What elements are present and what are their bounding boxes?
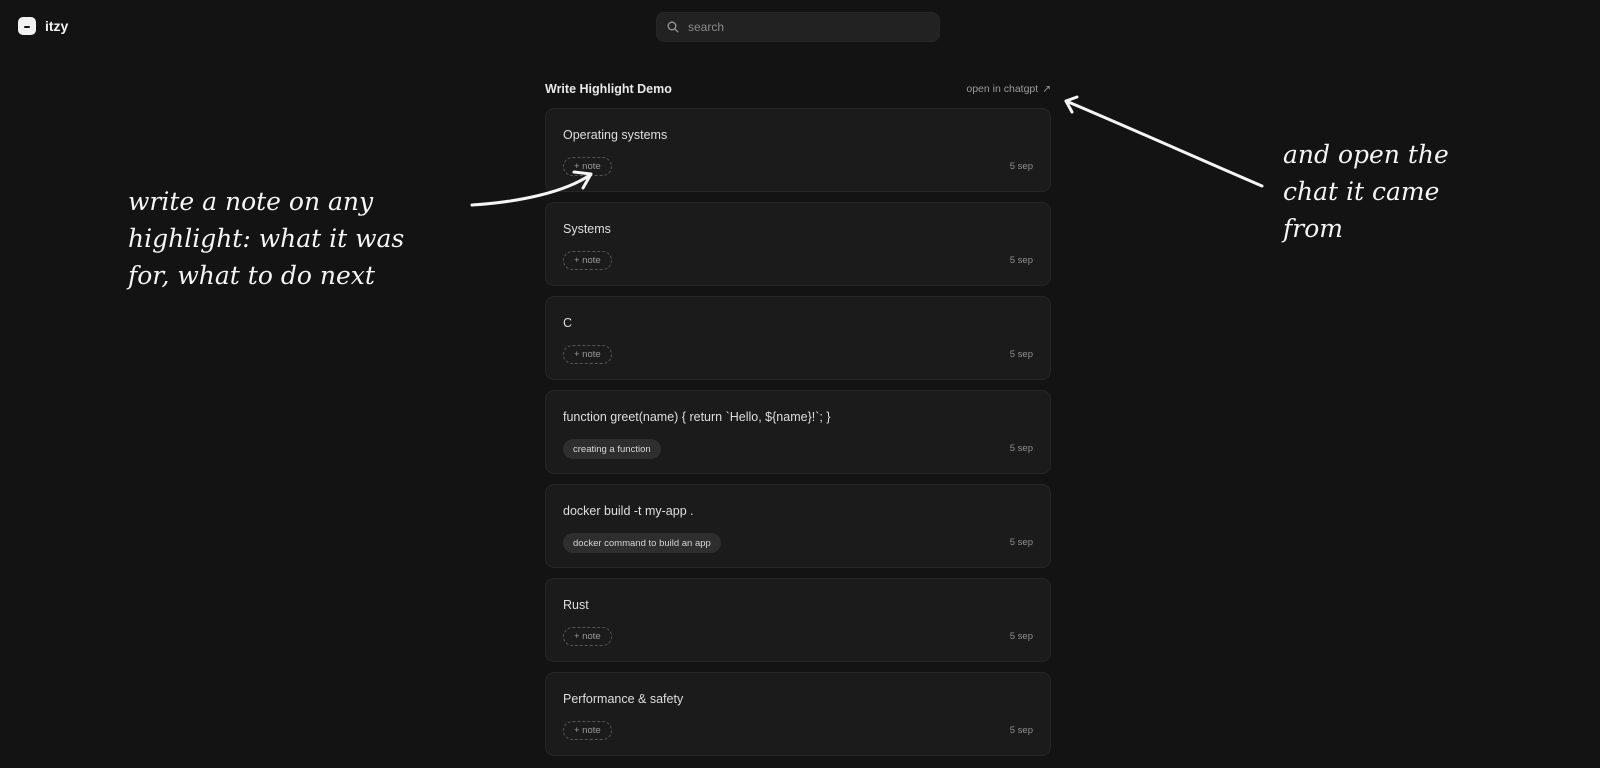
note-tag[interactable]: docker command to build an app [563,533,721,553]
annotation-line: write a note on any [128,187,374,216]
app-page: itzy Write Highlight Demo open in chatgp… [0,0,1600,768]
highlight-date: 5 sep [1009,255,1033,266]
open-in-chatgpt-link[interactable]: open in chatgpt ↗ [966,83,1051,95]
highlight-date: 5 sep [1009,537,1033,548]
annotation-right: and open the chat it came from [1283,136,1463,247]
highlight-text: Operating systems [563,128,668,142]
highlight-text: Performance & safety [563,692,684,706]
highlight-card[interactable]: C + note 5 sep [545,296,1051,380]
app-name: itzy [45,18,69,34]
page-title: Write Highlight Demo [545,82,672,96]
note-tag[interactable]: creating a function [563,439,661,459]
open-link-label: open in chatgpt [966,83,1039,95]
annotation-left: write a note on any highlight: what it w… [128,183,428,294]
highlight-card[interactable]: Operating systems + note 5 sep [545,108,1051,192]
highlight-date: 5 sep [1009,161,1033,172]
highlight-card[interactable]: function greet(name) { return `Hello, ${… [545,390,1051,474]
highlight-card[interactable]: docker build -t my-app . docker command t… [545,484,1051,568]
arrow-to-open-link-icon [1064,95,1264,188]
add-note-button[interactable]: + note [563,345,612,364]
annotation-line: from [1283,214,1343,243]
highlight-text: Rust [563,598,589,612]
highlight-date: 5 sep [1009,631,1033,642]
highlight-card[interactable]: Rust + note 5 sep [545,578,1051,662]
highlight-card[interactable]: Systems + note 5 sep [545,202,1051,286]
add-note-button[interactable]: + note [563,721,612,740]
annotation-line: chat it came [1283,177,1440,206]
highlight-card[interactable]: Performance & safety + note 5 sep [545,672,1051,756]
highlight-text: docker build -t my-app . [563,504,694,518]
annotation-line: and open the [1283,140,1449,169]
highlight-list: Operating systems + note 5 sep Systems + not… [545,108,1051,766]
brand[interactable]: itzy [18,17,68,35]
annotation-line: for, what to do next [128,261,375,290]
annotation-line: highlight: what it was [128,224,405,253]
search-icon [667,21,679,33]
highlight-date: 5 sep [1009,349,1033,360]
search-bar[interactable] [656,12,940,42]
add-note-button[interactable]: + note [563,251,612,270]
highlight-text: C [563,316,573,330]
search-input[interactable] [686,19,920,35]
app-logo-icon [18,17,36,35]
highlight-text: Systems [563,222,611,236]
highlight-date: 5 sep [1009,725,1033,736]
highlight-date: 5 sep [1009,443,1033,454]
list-header: Write Highlight Demo open in chatgpt ↗ [545,82,1051,96]
add-note-button[interactable]: + note [563,627,612,646]
highlight-text: function greet(name) { return `Hello, ${… [563,410,831,424]
external-link-icon: ↗ [1042,83,1051,95]
add-note-button[interactable]: + note [563,157,612,176]
